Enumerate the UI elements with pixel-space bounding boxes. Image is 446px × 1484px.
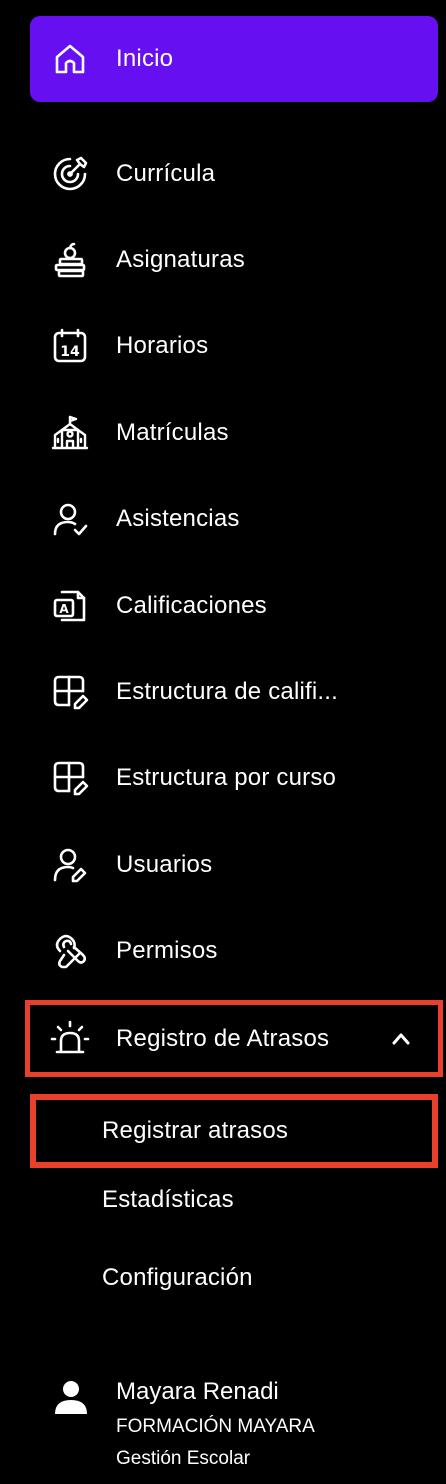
chevron-up-icon[interactable] bbox=[390, 1028, 412, 1050]
sidebar-item-label: Calificaciones bbox=[116, 592, 267, 619]
sidebar-item-label: Registro de Atrasos bbox=[116, 1024, 330, 1052]
svg-text:A: A bbox=[59, 602, 69, 616]
svg-text:14: 14 bbox=[60, 344, 80, 360]
sidebar: Inicio Currícula Asignaturas 14 Horarios… bbox=[0, 0, 446, 1484]
calendar-icon: 14 bbox=[50, 326, 90, 366]
school-building-icon bbox=[50, 413, 90, 453]
sidebar-item-curricula[interactable]: Currícula bbox=[30, 138, 438, 210]
submenu-item-label: Registrar atrasos bbox=[102, 1117, 289, 1144]
submenu-item-label: Configuración bbox=[102, 1264, 253, 1291]
alarm-icon bbox=[50, 1019, 90, 1059]
sidebar-item-registro-atrasos[interactable]: Registro de Atrasos bbox=[25, 1000, 443, 1077]
books-apple-icon bbox=[50, 240, 90, 280]
sidebar-item-horarios[interactable]: 14 Horarios bbox=[30, 310, 438, 382]
user-name: Mayara Renadi bbox=[116, 1378, 279, 1405]
grades-document-icon: A bbox=[50, 586, 90, 626]
sidebar-item-asignaturas[interactable]: Asignaturas bbox=[30, 224, 438, 296]
sidebar-item-calificaciones[interactable]: A Calificaciones bbox=[30, 570, 438, 642]
app-name: Gestión Escolar bbox=[116, 1448, 251, 1469]
sidebar-item-label: Permisos bbox=[116, 937, 218, 964]
hand-permission-icon bbox=[50, 931, 90, 971]
sidebar-item-label: Matrículas bbox=[116, 419, 229, 446]
sidebar-item-label: Usuarios bbox=[116, 851, 213, 878]
submenu-item-configuracion[interactable]: Configuración bbox=[30, 1242, 438, 1314]
user-edit-icon bbox=[50, 845, 90, 885]
sidebar-item-asistencias[interactable]: Asistencias bbox=[30, 483, 438, 555]
home-icon bbox=[50, 39, 90, 79]
sidebar-item-inicio[interactable]: Inicio bbox=[30, 16, 438, 102]
sidebar-item-usuarios[interactable]: Usuarios bbox=[30, 829, 438, 901]
sidebar-item-matriculas[interactable]: Matrículas bbox=[30, 397, 438, 469]
sidebar-item-label: Asignaturas bbox=[116, 246, 245, 273]
submenu-item-estadisticas[interactable]: Estadísticas bbox=[30, 1164, 438, 1236]
sidebar-item-permisos[interactable]: Permisos bbox=[30, 915, 438, 987]
user-profile[interactable]: Mayara Renadi FORMACIÓN MAYARA Gestión E… bbox=[50, 1372, 430, 1482]
sidebar-item-label: Estructura por curso bbox=[116, 764, 337, 791]
target-icon bbox=[50, 154, 90, 194]
submenu-item-registrar-atrasos[interactable]: Registrar atrasos bbox=[30, 1094, 438, 1168]
sidebar-item-label: Horarios bbox=[116, 332, 209, 359]
submenu-item-label: Estadísticas bbox=[102, 1186, 234, 1213]
sidebar-item-label: Inicio bbox=[116, 45, 174, 72]
sidebar-item-label: Asistencias bbox=[116, 505, 240, 532]
user-avatar-icon bbox=[55, 1381, 87, 1414]
sidebar-item-estructura-calificaciones[interactable]: Estructura de califi... bbox=[30, 656, 438, 728]
sidebar-item-label: Currícula bbox=[116, 160, 216, 187]
user-check-icon bbox=[50, 499, 90, 539]
sidebar-item-estructura-por-curso[interactable]: Estructura por curso bbox=[30, 742, 438, 814]
grid-edit-icon bbox=[50, 758, 90, 798]
sidebar-item-label: Estructura de califi... bbox=[116, 678, 339, 705]
user-organization: FORMACIÓN MAYARA bbox=[116, 1416, 315, 1437]
grid-edit-icon bbox=[50, 672, 90, 712]
